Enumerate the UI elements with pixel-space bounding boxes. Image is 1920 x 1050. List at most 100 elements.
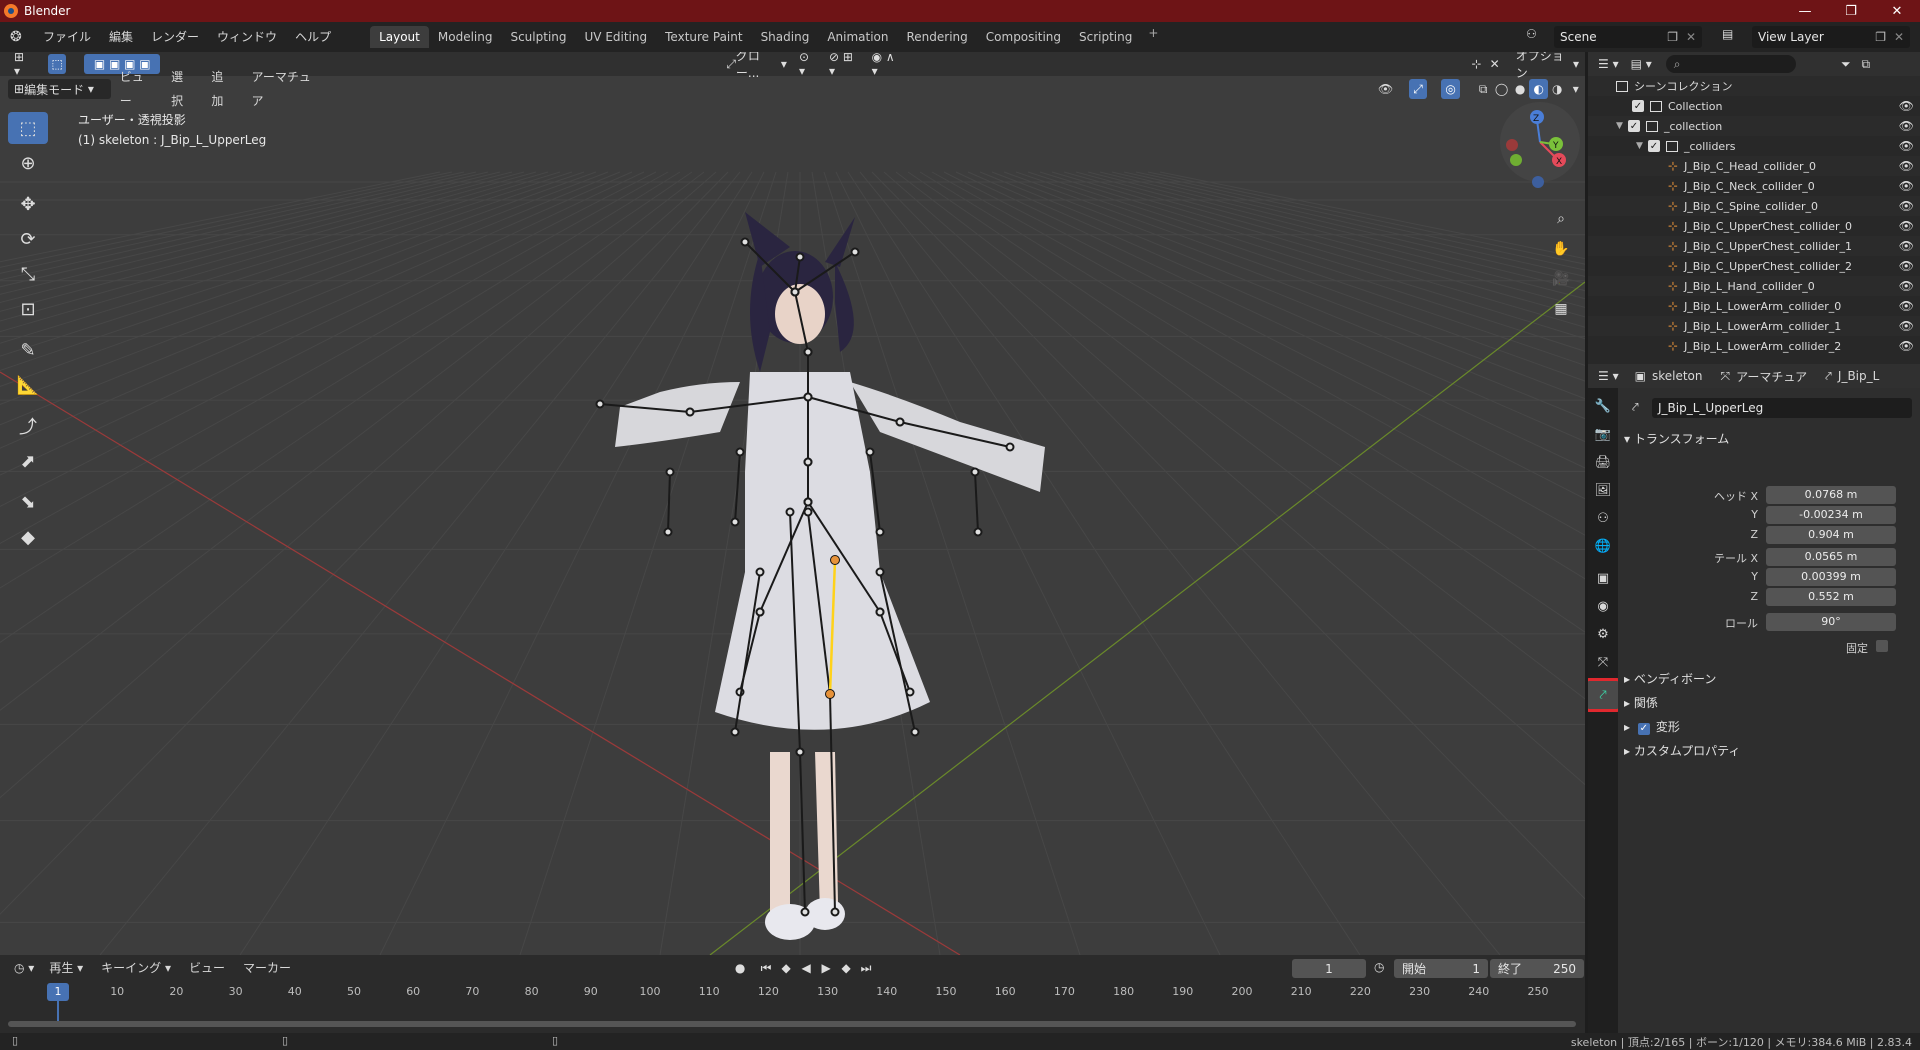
menu-window[interactable]: ウィンドウ	[208, 25, 286, 49]
tree-row-_collection[interactable]: ▼ ✓ _collection 👁	[1588, 116, 1920, 136]
tail-x-field[interactable]: 0.0565 m	[1766, 548, 1896, 566]
head-z-field[interactable]: 0.904 m	[1766, 526, 1896, 544]
timeline-editor-type[interactable]: ◷ ▾	[8, 958, 40, 978]
tab-animation[interactable]: Animation	[818, 26, 897, 48]
playhead[interactable]: 1	[47, 983, 69, 1001]
select-box-mode-icon[interactable]: ⬚	[48, 54, 67, 74]
play-icon[interactable]: ▶	[816, 958, 836, 978]
options-dropdown[interactable]: オプション ▾	[1510, 52, 1585, 80]
visibility-eye-icon[interactable]: 👁	[1899, 139, 1914, 153]
bone-tab-icon[interactable]: ⤤	[1588, 678, 1621, 712]
material-shading-icon[interactable]: ◐	[1529, 79, 1548, 99]
timeline-ruler[interactable]: 10 20 30 40 50 60 70 80 90 100 110 120 130 140 150 160 1…	[0, 981, 1585, 1033]
tail-z-field[interactable]: 0.552 m	[1766, 588, 1896, 606]
proportional-edit[interactable]: ◉ ∧ ▾	[866, 52, 908, 78]
visibility-eye-icon[interactable]: 👁	[1899, 299, 1914, 313]
view-layer-selector[interactable]: View Layer ❐ ✕	[1752, 26, 1910, 48]
visibility-icon[interactable]: 👁	[1376, 79, 1395, 99]
object-tab-icon[interactable]: ▣	[1590, 566, 1616, 590]
xray-close-icon[interactable]: ✕	[1486, 54, 1504, 74]
shading-options-icon[interactable]: ▾	[1566, 79, 1585, 99]
transform-tool-icon[interactable]: ⊡	[8, 293, 48, 325]
output-tab-icon[interactable]: 🖨	[1590, 450, 1616, 474]
rendered-shading-icon[interactable]: ◑	[1548, 79, 1567, 99]
tree-row-bone-item[interactable]: ⊹ J_Bip_C_UpperChest_collider_1 👁	[1588, 236, 1920, 256]
tab-sculpting[interactable]: Sculpting	[501, 26, 575, 48]
expand-icon[interactable]: ▼	[1616, 121, 1628, 131]
bendy-bones-panel-header[interactable]: ▸ ベンディボーン	[1624, 668, 1716, 690]
extrude-tool-icon[interactable]: ⬊	[8, 486, 48, 518]
properties-editor-type[interactable]: ☰ ▾	[1592, 366, 1625, 386]
close-button[interactable]: ✕	[1874, 0, 1920, 22]
head-x-field[interactable]: 0.0768 m	[1766, 486, 1896, 504]
visibility-eye-icon[interactable]: 👁	[1899, 219, 1914, 233]
3d-viewport[interactable]: Z X Y ⊞ ▾ ⬚ ▣ ▣ ▣ ▣ ⤢ グロー... ▾ ⊙ ▾ ⊘ ⊞ ▾…	[0, 52, 1585, 955]
menu-help[interactable]: ヘルプ	[286, 25, 340, 49]
move-tool-icon[interactable]: ✥	[8, 188, 48, 220]
pan-hand-icon[interactable]: ✋	[1548, 236, 1574, 262]
jump-end-icon[interactable]: ⏭	[856, 958, 876, 978]
menu-keying[interactable]: キーイング ▾	[92, 956, 180, 980]
tree-row-bone-item[interactable]: ⊹ J_Bip_L_LowerArm_collider_0 👁	[1588, 296, 1920, 316]
jump-start-icon[interactable]: ⏮	[756, 958, 776, 978]
solid-shading-icon[interactable]: ●	[1511, 79, 1530, 99]
add-workspace-button[interactable]: +	[1141, 26, 1165, 48]
start-frame-field[interactable]: 開始 1	[1394, 959, 1488, 978]
visibility-eye-icon[interactable]: 👁	[1899, 179, 1914, 193]
scene-icon[interactable]: ⚇	[1526, 27, 1537, 41]
relations-panel-header[interactable]: ▸ 関係	[1624, 692, 1658, 714]
menu-select[interactable]: 選択	[162, 65, 202, 113]
transform-orientation[interactable]: ⤢ グロー... ▾	[720, 52, 793, 80]
tab-texture-paint[interactable]: Texture Paint	[656, 26, 751, 48]
visibility-eye-icon[interactable]: 👁	[1899, 159, 1914, 173]
remove-scene-icon[interactable]: ✕	[1686, 30, 1696, 44]
auto-key-icon[interactable]: ●	[730, 958, 750, 978]
play-reverse-icon[interactable]: ◀	[796, 958, 816, 978]
tree-row-bone-item[interactable]: ⊹ J_Bip_C_Neck_collider_0 👁	[1588, 176, 1920, 196]
deform-panel-header[interactable]: ▸ ✓ 変形	[1624, 716, 1680, 738]
breadcrumb-object[interactable]: skeleton	[1652, 369, 1703, 383]
lock-checkbox[interactable]	[1876, 640, 1888, 652]
scene-collection-row[interactable]: シーンコレクション	[1588, 76, 1920, 96]
copy-scene-icon[interactable]: ❐	[1667, 30, 1678, 44]
custom-properties-panel-header[interactable]: ▸ カスタムプロパティ	[1624, 740, 1740, 762]
tool-tab-icon[interactable]: 🔧	[1590, 394, 1616, 418]
tail-y-field[interactable]: 0.00399 m	[1766, 568, 1896, 586]
menu-render[interactable]: レンダー	[142, 25, 208, 49]
collection-checkbox[interactable]: ✓	[1628, 120, 1640, 132]
roll-tool-icon[interactable]: ⤴	[8, 410, 48, 442]
deform-checkbox[interactable]: ✓	[1637, 723, 1650, 735]
visibility-eye-icon[interactable]: 👁	[1899, 319, 1914, 333]
tab-modeling[interactable]: Modeling	[429, 26, 502, 48]
select-tool-icon[interactable]: ⬚	[8, 112, 48, 144]
visibility-eye-icon[interactable]: 👁	[1899, 259, 1914, 273]
zoom-icon[interactable]: ⌕	[1548, 206, 1574, 232]
head-y-field[interactable]: -0.00234 m	[1766, 506, 1896, 524]
physics-tab-icon[interactable]: ◉	[1590, 594, 1616, 618]
prev-keyframe-icon[interactable]: ◆	[776, 958, 796, 978]
tree-row-bone-item[interactable]: ⊹ J_Bip_L_Hand_collider_0 👁	[1588, 276, 1920, 296]
visibility-eye-icon[interactable]: 👁	[1899, 279, 1914, 293]
menu-file[interactable]: ファイル	[34, 25, 100, 49]
tree-row-bone-item[interactable]: ⊹ J_Bip_C_Spine_collider_0 👁	[1588, 196, 1920, 216]
menu-edit[interactable]: 編集	[100, 25, 142, 49]
show-overlays-icon[interactable]: ◎	[1441, 79, 1460, 99]
menu-timeline-view[interactable]: ビュー	[180, 956, 234, 980]
collection-checkbox[interactable]: ✓	[1632, 100, 1644, 112]
breadcrumb-bone[interactable]: J_Bip_L	[1838, 369, 1879, 383]
ortho-toggle-icon[interactable]: ▦	[1548, 296, 1574, 322]
menu-marker[interactable]: マーカー	[234, 956, 300, 980]
menu-armature[interactable]: アーマチュア	[243, 65, 327, 113]
preview-range-icon[interactable]: ◷	[1374, 960, 1384, 974]
outliner-search-input[interactable]: ⌕	[1665, 55, 1796, 73]
filter-icon[interactable]: ⏷	[1836, 54, 1856, 74]
bone-size-tool-icon[interactable]: ⬈	[8, 445, 48, 477]
camera-view-icon[interactable]: 🎥	[1548, 266, 1574, 292]
tree-row-bone-item[interactable]: ⊹ J_Bip_L_LowerArm_collider_2 👁	[1588, 336, 1920, 356]
view-layer-tab-icon[interactable]: 🖼	[1590, 478, 1616, 502]
end-frame-field[interactable]: 終了 250	[1490, 959, 1584, 978]
scale-tool-icon[interactable]: ⤡	[8, 258, 48, 290]
gizmo-toggle-icon[interactable]: ⊹	[1467, 54, 1485, 74]
collection-checkbox[interactable]: ✓	[1648, 140, 1660, 152]
outliner-editor-type[interactable]: ☰ ▾	[1592, 54, 1625, 74]
